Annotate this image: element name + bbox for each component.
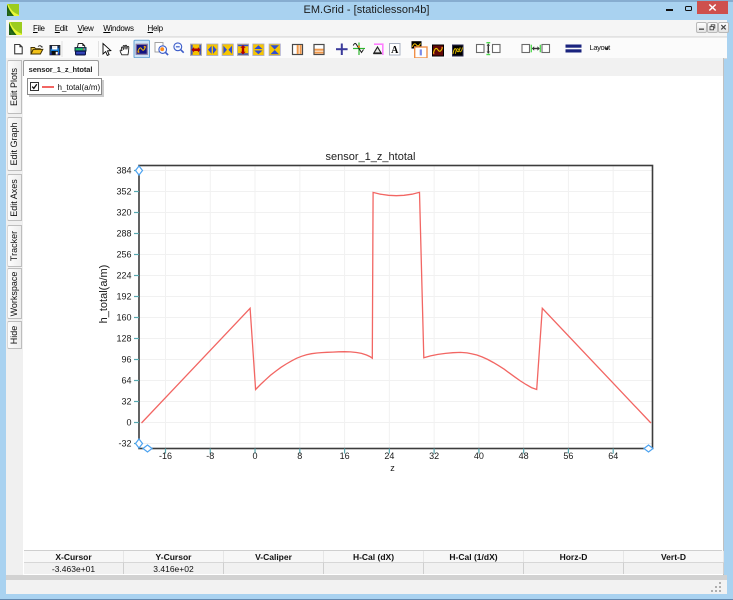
svg-text:192: 192 [116, 292, 131, 302]
svg-text:-8: -8 [206, 451, 214, 461]
svg-text:320: 320 [116, 208, 131, 218]
svg-text:224: 224 [116, 271, 131, 281]
svg-text:sensor_1_z_htotal: sensor_1_z_htotal [325, 151, 415, 163]
svg-text:384: 384 [116, 166, 131, 176]
svg-text:h_total(a/m): h_total(a/m) [98, 265, 110, 324]
svg-text:16: 16 [339, 451, 349, 461]
svg-text:8: 8 [297, 451, 302, 461]
svg-text:32: 32 [121, 397, 131, 407]
svg-text:288: 288 [116, 229, 131, 239]
svg-text:-32: -32 [118, 439, 131, 449]
svg-text:256: 256 [116, 250, 131, 260]
svg-text:64: 64 [608, 451, 618, 461]
svg-text:z: z [390, 463, 395, 473]
svg-text:40: 40 [473, 451, 483, 461]
svg-text:128: 128 [116, 334, 131, 344]
svg-text:96: 96 [121, 355, 131, 365]
svg-text:160: 160 [116, 313, 131, 323]
svg-text:32: 32 [429, 451, 439, 461]
svg-text:352: 352 [116, 187, 131, 197]
svg-text:0: 0 [126, 418, 131, 428]
svg-text:-16: -16 [158, 451, 171, 461]
svg-text:0: 0 [252, 451, 257, 461]
svg-text:48: 48 [518, 451, 528, 461]
svg-text:56: 56 [563, 451, 573, 461]
svg-text:64: 64 [121, 376, 131, 386]
svg-text:A: A [391, 45, 399, 56]
svg-text:24: 24 [384, 451, 394, 461]
